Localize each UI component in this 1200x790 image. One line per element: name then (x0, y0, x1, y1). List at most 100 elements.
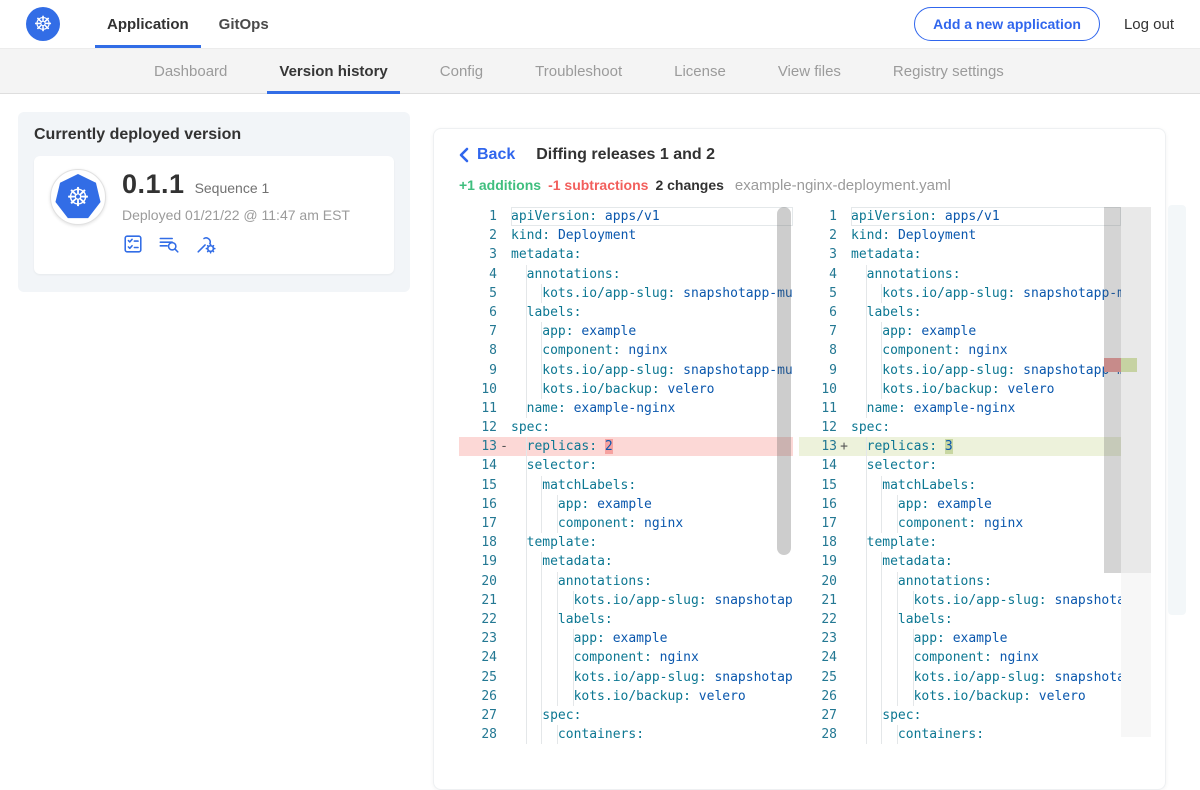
code-line: 27spec: (799, 706, 1121, 725)
tab-gitops-label: GitOps (219, 16, 269, 33)
code-line: 22labels: (459, 610, 793, 629)
config-icon[interactable] (194, 233, 218, 255)
tab-application[interactable]: Application (92, 0, 204, 48)
code-line: 11name: example-nginx (459, 399, 793, 418)
code-line: 24component: nginx (799, 648, 1121, 667)
code-line: 10kots.io/backup: velero (799, 380, 1121, 399)
kubernetes-app-icon: ☸ (55, 174, 101, 220)
code-line: 12spec: (799, 418, 1121, 437)
subtab-config[interactable]: Config (414, 49, 509, 93)
background-panel-edge (1168, 205, 1186, 615)
code-right: 1apiVersion: apps/v12kind: Deployment3me… (799, 207, 1121, 744)
code-line: 5kots.io/app-slug: snapshotapp-multi (459, 284, 793, 303)
back-label: Back (477, 146, 515, 164)
code-line: 6labels: (459, 303, 793, 322)
logout-link[interactable]: Log out (1124, 16, 1174, 33)
code-line: 18template: (799, 533, 1121, 552)
code-line: 26kots.io/backup: velero (799, 687, 1121, 706)
code-line: 3metadata: (799, 245, 1121, 264)
diff-editor: 1apiVersion: apps/v12kind: Deployment3me… (459, 207, 1149, 767)
code-line: 23app: example (459, 629, 793, 648)
topnav-actions: Add a new application Log out (914, 0, 1200, 48)
deployed-timestamp: Deployed 01/21/22 @ 11:47 am EST (122, 207, 350, 223)
code-line: 28containers: (799, 725, 1121, 744)
subtab-view-files[interactable]: View files (752, 49, 867, 93)
code-line: 8component: nginx (799, 341, 1121, 360)
diff-pane-right[interactable]: 1apiVersion: apps/v12kind: Deployment3me… (799, 207, 1151, 767)
code-line: 21kots.io/app-slug: snapshotapp-multi (459, 591, 793, 610)
code-line: 27spec: (459, 706, 793, 725)
app-logo-badge: ☸ (50, 169, 106, 225)
back-button[interactable]: Back (459, 146, 515, 164)
code-line: 7app: example (799, 322, 1121, 341)
code-line: 14selector: (799, 456, 1121, 475)
code-line: 3metadata: (459, 245, 793, 264)
tab-application-label: Application (107, 16, 189, 33)
diff-panel: Back Diffing releases 1 and 2 +1 additio… (433, 128, 1166, 790)
code-left: 1apiVersion: apps/v12kind: Deployment3me… (459, 207, 793, 744)
code-line: 18template: (459, 533, 793, 552)
currently-deployed-card: Currently deployed version ☸ 0.1.1 Seque… (18, 112, 410, 292)
deployed-version-card: ☸ 0.1.1 Sequence 1 Deployed 01/21/22 @ 1… (34, 156, 394, 274)
code-line: 24component: nginx (459, 648, 793, 667)
scrollbar-thumb-right[interactable] (1104, 207, 1121, 573)
chevron-left-icon (459, 147, 469, 163)
code-line: 17component: nginx (799, 514, 1121, 533)
subtab-version-history[interactable]: Version history (253, 49, 413, 93)
code-line: 7app: example (459, 322, 793, 341)
ruler-addition-marker (1121, 358, 1137, 372)
code-line: 10kots.io/backup: velero (459, 380, 793, 399)
code-line: 26kots.io/backup: velero (459, 687, 793, 706)
code-line: 25kots.io/app-slug: snapshotapp-multi (799, 668, 1121, 687)
code-line: 13-replicas: 2 (459, 437, 793, 456)
changes-count: 2 changes (655, 177, 723, 193)
code-line: 4annotations: (459, 265, 793, 284)
code-line: 21kots.io/app-slug: snapshotapp-multi (799, 591, 1121, 610)
code-line: 14selector: (459, 456, 793, 475)
scrollbar-thumb-left[interactable] (777, 207, 791, 555)
subtractions-count: -1 subtractions (548, 177, 648, 193)
overview-ruler-viewport (1121, 207, 1151, 573)
code-line: 19metadata: (459, 552, 793, 571)
code-line: 5kots.io/app-slug: snapshotapp-multi (799, 284, 1121, 303)
code-line: 12spec: (459, 418, 793, 437)
checklist-icon[interactable] (122, 233, 144, 255)
code-line: 9kots.io/app-slug: snapshotapp-multi (799, 361, 1121, 380)
release-notes-icon[interactable] (157, 233, 181, 255)
subtab-registry-settings[interactable]: Registry settings (867, 49, 1030, 93)
version-action-icons (122, 233, 350, 255)
code-line: 2kind: Deployment (459, 226, 793, 245)
version-number: 0.1.1 (122, 169, 185, 200)
subtab-dashboard[interactable]: Dashboard (128, 49, 253, 93)
deployed-card-title: Currently deployed version (34, 126, 394, 144)
kubernetes-logo-icon[interactable]: ☸ (26, 7, 60, 41)
code-line: 1apiVersion: apps/v1 (799, 207, 1121, 226)
code-line: 6labels: (799, 303, 1121, 322)
top-navbar: ☸ Application GitOps Add a new applicati… (0, 0, 1200, 48)
code-line: 1apiVersion: apps/v1 (459, 207, 793, 226)
tab-gitops[interactable]: GitOps (204, 0, 284, 48)
add-application-button[interactable]: Add a new application (914, 7, 1100, 41)
subtab-troubleshoot[interactable]: Troubleshoot (509, 49, 648, 93)
diff-stats: +1 additions -1 subtractions 2 changes e… (459, 177, 1149, 194)
code-line: 19metadata: (799, 552, 1121, 571)
subtab-license[interactable]: License (648, 49, 752, 93)
code-line: 16app: example (799, 495, 1121, 514)
deployed-version-info: 0.1.1 Sequence 1 Deployed 01/21/22 @ 11:… (122, 169, 350, 261)
sequence-label: Sequence 1 (195, 180, 270, 196)
code-line: 13+replicas: 3 (799, 437, 1121, 456)
code-line: 25kots.io/app-slug: snapshotapp-multi (459, 668, 793, 687)
diff-pane-left[interactable]: 1apiVersion: apps/v12kind: Deployment3me… (459, 207, 793, 767)
code-line: 22labels: (799, 610, 1121, 629)
code-line: 2kind: Deployment (799, 226, 1121, 245)
diff-filename: example-nginx-deployment.yaml (735, 177, 951, 194)
app-subnav: Dashboard Version history Config Trouble… (0, 48, 1200, 94)
code-line: 23app: example (799, 629, 1121, 648)
code-line: 16app: example (459, 495, 793, 514)
additions-count: +1 additions (459, 177, 541, 193)
diff-title: Diffing releases 1 and 2 (536, 146, 715, 164)
code-line: 4annotations: (799, 265, 1121, 284)
code-line: 8component: nginx (459, 341, 793, 360)
code-line: 9kots.io/app-slug: snapshotapp-multi (459, 361, 793, 380)
code-line: 15matchLabels: (459, 476, 793, 495)
